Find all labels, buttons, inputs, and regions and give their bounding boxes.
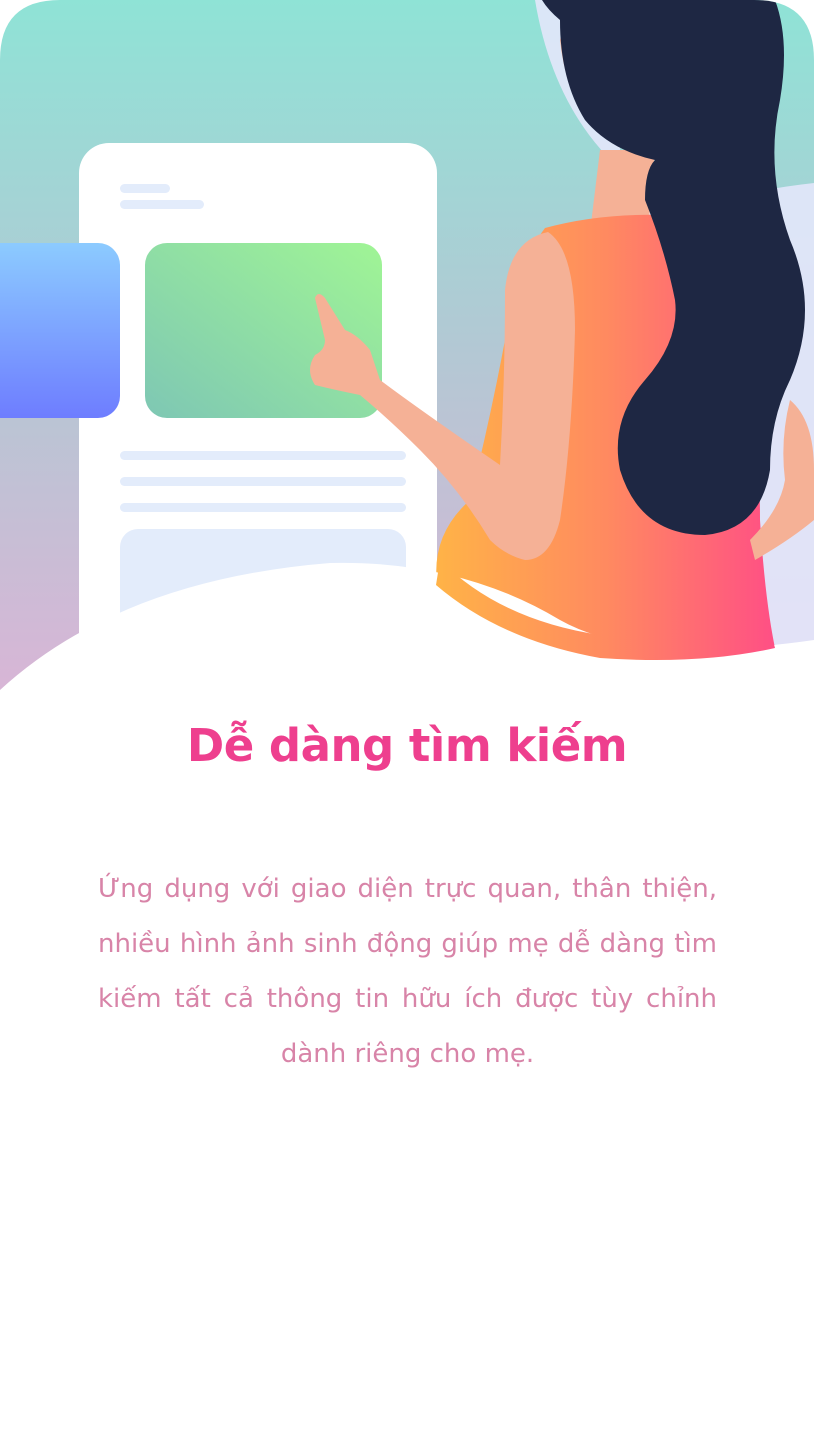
onboarding-description: Ứng dụng với giao diện trực quan, thân t… [98, 874, 717, 1069]
blue-content-card [0, 243, 120, 418]
text-line [120, 503, 406, 512]
onboarding-illustration [0, 0, 814, 700]
text-line [120, 200, 204, 209]
text-line [120, 184, 170, 193]
text-line [120, 451, 406, 460]
text-line [120, 477, 406, 486]
onboarding-title: Dễ dàng tìm kiếm [186, 719, 628, 772]
